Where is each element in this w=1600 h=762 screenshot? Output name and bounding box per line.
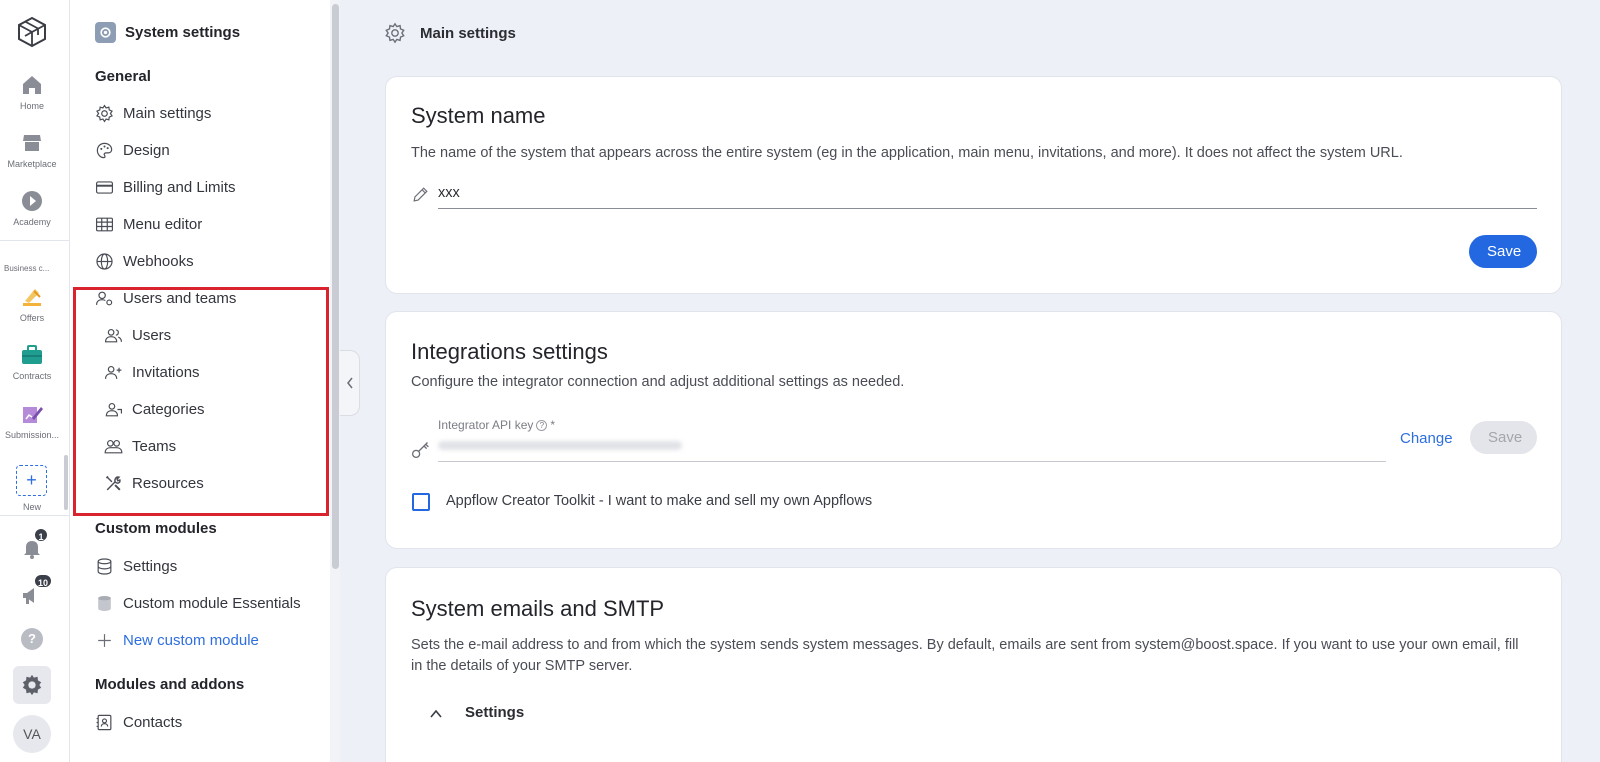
pencil-icon xyxy=(413,187,428,202)
page-title: Main settings xyxy=(420,24,516,42)
api-key-label: Integrator API key xyxy=(438,418,534,432)
rail-academy[interactable]: Academy xyxy=(0,189,64,227)
rail-marketplace[interactable]: Marketplace xyxy=(0,131,64,169)
sidebar-item-billing[interactable]: Billing and Limits xyxy=(95,178,236,197)
system-name-save-button[interactable]: Save xyxy=(1469,235,1537,268)
app-rail: Home Marketplace Academy Business c... O… xyxy=(0,0,70,762)
help-icon[interactable]: ? xyxy=(21,628,43,650)
sidebar-item-essentials[interactable]: Custom module Essentials xyxy=(95,594,301,613)
smtp-description: Sets the e-mail address to and from whic… xyxy=(411,637,1519,674)
rail-contracts-label: Contracts xyxy=(12,371,52,381)
smtp-heading: System emails and SMTP xyxy=(411,596,665,621)
sidebar-item-main-settings[interactable]: Main settings xyxy=(95,104,211,123)
rail-home-label: Home xyxy=(19,101,44,111)
store-icon xyxy=(23,135,41,151)
rail-submissions-label: Submission... xyxy=(4,430,60,440)
integrations-description: Configure the integrator connection and … xyxy=(411,374,905,390)
sidebar-scrollbar[interactable] xyxy=(332,4,339,569)
edit-chart-icon xyxy=(23,407,43,423)
toolkit-checkbox[interactable] xyxy=(412,493,430,511)
new-custom-module-link[interactable]: New custom module xyxy=(95,631,259,650)
system-name-card: System name The name of the system that … xyxy=(385,76,1562,294)
sidebar-item-label: Settings xyxy=(123,558,178,575)
collapse-sidebar-button[interactable] xyxy=(340,350,360,416)
api-key-label-row: Integrator API key ? * xyxy=(438,418,555,432)
avatar[interactable]: VA xyxy=(13,715,51,753)
chevron-left-icon xyxy=(346,377,353,389)
rail-academy-label: Academy xyxy=(13,217,51,227)
system-name-input[interactable]: xxx xyxy=(438,185,460,201)
rail-marketplace-label: Marketplace xyxy=(7,159,57,169)
rail-new-label: New xyxy=(22,502,41,512)
rail-contracts[interactable]: Contracts xyxy=(0,343,64,381)
sidebar-item-label: Menu editor xyxy=(123,216,203,233)
sidebar-item-label: Contacts xyxy=(123,714,183,731)
rail-scrollbar[interactable] xyxy=(64,455,68,510)
gear-icon xyxy=(96,104,113,123)
api-key-masked-value[interactable] xyxy=(438,441,682,450)
database-filled-icon xyxy=(98,595,111,612)
sidebar-item-menu-editor[interactable]: Menu editor xyxy=(95,215,202,234)
briefcase-icon xyxy=(22,345,42,364)
globe-icon xyxy=(96,253,113,270)
contact-card-icon xyxy=(96,714,112,731)
sidebar-item-label: Webhooks xyxy=(123,253,194,270)
sidebar-item-label: Design xyxy=(123,142,170,159)
sidebar-item-settings[interactable]: Settings xyxy=(95,557,177,576)
rail-offers-label: Offers xyxy=(19,313,45,323)
integrations-card: Integrations settings Configure the inte… xyxy=(385,311,1562,549)
help-circle-icon[interactable]: ? xyxy=(536,419,548,431)
group-general: General xyxy=(95,68,151,85)
api-key-underline xyxy=(438,461,1386,462)
sidebar-item-contacts[interactable]: Contacts xyxy=(95,713,182,732)
palette-icon xyxy=(96,142,113,159)
rail-home[interactable]: Home xyxy=(0,73,64,111)
sidebar-item-label: Custom module Essentials xyxy=(123,595,301,612)
credit-card-icon xyxy=(95,181,114,194)
sidebar-title: System settings xyxy=(125,24,241,41)
logo-icon[interactable] xyxy=(16,16,48,48)
breadcrumb: Main settings xyxy=(384,22,516,44)
home-icon xyxy=(23,76,41,94)
rail-new-button[interactable]: + xyxy=(16,465,47,496)
key-icon xyxy=(411,442,429,459)
system-settings-icon xyxy=(95,22,116,43)
group-modules-addons: Modules and addons xyxy=(95,676,245,693)
system-name-description: The name of the system that appears acro… xyxy=(411,145,1403,161)
sidebar-item-label: Billing and Limits xyxy=(123,179,236,196)
chevron-up-icon[interactable] xyxy=(429,707,443,721)
smtp-settings-toggle[interactable]: Settings xyxy=(465,704,524,721)
new-custom-module-label: New custom module xyxy=(123,632,259,649)
plus-icon xyxy=(98,634,111,647)
system-name-underline xyxy=(438,208,1537,209)
gear-icon xyxy=(385,22,405,44)
table-icon xyxy=(95,217,114,232)
sidebar-item-label: Main settings xyxy=(123,105,212,122)
rail-submissions[interactable]: Submission... xyxy=(0,402,64,440)
sidebar-header: System settings xyxy=(95,22,240,43)
gear-icon xyxy=(22,674,42,696)
highlight-box xyxy=(73,287,329,516)
notifications-badge: 1 xyxy=(33,527,49,543)
smtp-card: System emails and SMTP Sets the e-mail a… xyxy=(385,567,1562,762)
integrations-heading: Integrations settings xyxy=(411,339,608,364)
rail-section-label: Business c... xyxy=(4,264,50,273)
system-name-heading: System name xyxy=(411,103,546,128)
required-mark: * xyxy=(550,418,556,432)
offers-icon xyxy=(23,289,41,306)
toolkit-label: Appflow Creator Toolkit - I want to make… xyxy=(446,493,873,509)
database-icon xyxy=(97,558,112,575)
group-custom-modules: Custom modules xyxy=(95,520,217,537)
rail-divider-bottom xyxy=(0,515,70,516)
rail-new-label-wrap: New xyxy=(0,502,64,512)
sidebar-item-webhooks[interactable]: Webhooks xyxy=(95,252,194,271)
play-icon xyxy=(22,191,42,211)
announcements-badge: 10 xyxy=(33,573,54,589)
change-api-key-link[interactable]: Change xyxy=(1400,430,1453,447)
rail-offers[interactable]: Offers xyxy=(0,285,64,323)
integrations-save-button[interactable]: Save xyxy=(1470,421,1537,454)
sidebar-item-design[interactable]: Design xyxy=(95,141,170,160)
rail-divider xyxy=(0,240,70,241)
